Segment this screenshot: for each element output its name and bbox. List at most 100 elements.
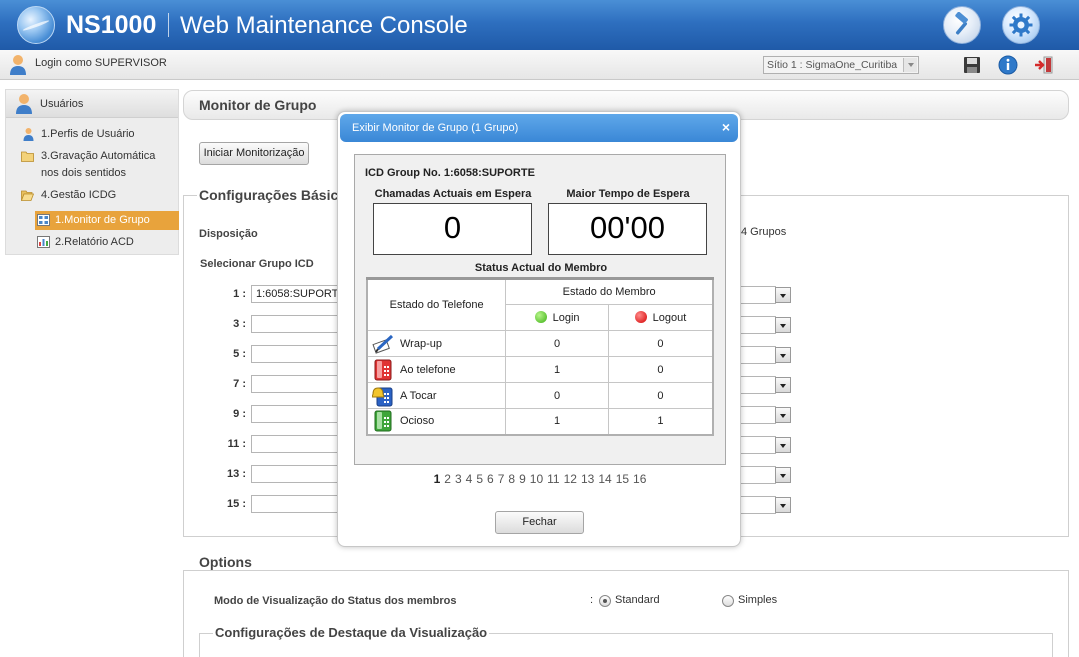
login-header: Login xyxy=(505,304,609,331)
view-mode-label: Modo de Visualização do Status dos membr… xyxy=(214,595,457,607)
login-count: 0 xyxy=(505,382,609,409)
login-header-label: Login xyxy=(552,312,580,324)
page-link[interactable]: 14 xyxy=(598,472,611,486)
sidebar-item-label: nos dois sentidos xyxy=(41,167,126,179)
chevron-down-icon xyxy=(903,58,917,72)
group-select-9-tail[interactable] xyxy=(740,406,776,424)
grid-monitor-icon xyxy=(37,214,50,226)
status-label: Ao telefone xyxy=(400,363,456,376)
group-select-11[interactable] xyxy=(251,435,341,453)
page-link[interactable]: 2 xyxy=(444,472,451,486)
close-button[interactable]: Fechar xyxy=(495,511,584,534)
group-row-number: 3 : xyxy=(233,318,246,330)
page-link[interactable]: 11 xyxy=(547,472,559,486)
standard-radio[interactable] xyxy=(599,595,611,607)
pagination: 1 2 3 4 5 6 7 8 9 10 11 12 13 14 15 16 xyxy=(338,472,742,486)
group-select-5[interactable] xyxy=(251,345,341,363)
logout-count: 0 xyxy=(607,356,714,383)
member-status-title: Status Actual do Membro xyxy=(474,262,608,274)
page-link[interactable]: 12 xyxy=(564,472,577,486)
logout-icon[interactable] xyxy=(1034,55,1054,75)
site-select[interactable]: Sítio 1 : SigmaOne_Curitiba xyxy=(763,56,919,74)
logout-count: 0 xyxy=(607,382,714,409)
chevron-down-icon[interactable] xyxy=(775,437,791,453)
chevron-down-icon[interactable] xyxy=(775,407,791,423)
page-link[interactable]: 7 xyxy=(498,472,505,486)
group-row-number: 9 : xyxy=(233,408,246,420)
page-link[interactable]: 13 xyxy=(581,472,594,486)
group-select-11-tail[interactable] xyxy=(740,436,776,454)
simple-radio[interactable] xyxy=(722,595,734,607)
login-count: 1 xyxy=(505,408,609,435)
sidebar-item-label: 2.Relatório ACD xyxy=(55,236,134,248)
chevron-down-icon[interactable] xyxy=(775,347,791,363)
member-state-header: Estado do Membro xyxy=(505,278,714,305)
status-cell: Ocioso xyxy=(366,408,507,435)
group-row-number: 11 : xyxy=(227,438,246,450)
sidebar-item-group-monitor[interactable]: 1.Monitor de Grupo xyxy=(35,211,179,230)
maintenance-button[interactable] xyxy=(943,6,981,44)
group-select-3[interactable] xyxy=(251,315,341,333)
logout-count: 0 xyxy=(607,330,714,357)
status-cell: Ao telefone xyxy=(366,356,507,383)
sidebar-item-label: 1.Monitor de Grupo xyxy=(55,214,150,226)
page-link[interactable]: 1 xyxy=(434,472,441,486)
page-link[interactable]: 10 xyxy=(530,472,543,486)
group-select-7-tail[interactable] xyxy=(740,376,776,394)
group-select-13[interactable] xyxy=(251,465,341,483)
status-cell: A Tocar xyxy=(366,382,507,409)
group-select-7[interactable] xyxy=(251,375,341,393)
simple-label: Simples xyxy=(738,594,778,606)
status-label: Wrap-up xyxy=(400,337,442,350)
highlight-legend: Configurações de Destaque da Visualizaçã… xyxy=(213,625,490,640)
chevron-down-icon[interactable] xyxy=(775,287,791,303)
group-select-5-tail[interactable] xyxy=(740,346,776,364)
group-select-15[interactable] xyxy=(251,495,341,513)
page-link[interactable]: 8 xyxy=(508,472,515,486)
chevron-down-icon[interactable] xyxy=(775,467,791,483)
status-label: A Tocar xyxy=(400,389,437,402)
site-select-value: Sítio 1 : SigmaOne_Curitiba xyxy=(767,59,898,71)
group-select-15-tail[interactable] xyxy=(740,496,776,514)
page-link[interactable]: 3 xyxy=(455,472,462,486)
info-icon[interactable] xyxy=(998,55,1018,75)
phone-status-header: Estado do Telefone xyxy=(366,278,507,331)
sidebar: Usuários 1.Perfis de Usuário 3.Gravação … xyxy=(5,89,179,255)
chevron-down-icon[interactable] xyxy=(775,497,791,513)
page-link[interactable]: 15 xyxy=(616,472,629,486)
table-row: Wrap-up 0 0 xyxy=(366,330,714,357)
save-icon[interactable] xyxy=(962,55,982,75)
open-folder-icon xyxy=(21,190,34,201)
user-icon xyxy=(10,55,26,75)
page-link[interactable]: 5 xyxy=(476,472,483,486)
group-select-1[interactable]: 1:6058:SUPORTE xyxy=(251,285,346,303)
page-title: Monitor de Grupo xyxy=(199,97,317,113)
page-link[interactable]: 16 xyxy=(633,472,646,486)
login-count: 0 xyxy=(505,330,609,357)
page-link[interactable]: 6 xyxy=(487,472,494,486)
page-link[interactable]: 4 xyxy=(466,472,473,486)
icd-group-label: ICD Group No. 1:6058:SUPORTE xyxy=(365,167,535,179)
sidebar-heading[interactable]: Usuários xyxy=(6,90,178,118)
start-monitoring-button[interactable]: Iniciar Monitorização xyxy=(199,142,309,165)
login-status: Login como SUPERVISOR xyxy=(35,57,167,69)
table-row: Ao telefone 1 0 xyxy=(366,356,714,383)
close-icon[interactable]: × xyxy=(722,119,730,135)
basic-config-legend: Configurações Básica xyxy=(197,187,349,203)
max-wait-label: Maior Tempo de Espera xyxy=(566,188,690,200)
group-monitor-dialog: Exibir Monitor de Grupo (1 Grupo) × ICD … xyxy=(337,111,741,547)
table-row: Ocioso 1 1 xyxy=(366,408,714,435)
chevron-down-icon[interactable] xyxy=(775,317,791,333)
chevron-down-icon[interactable] xyxy=(775,377,791,393)
group-select-1-tail[interactable] xyxy=(740,286,776,304)
group-row-number: 5 : xyxy=(233,348,246,360)
settings-button[interactable] xyxy=(1002,6,1040,44)
page-link[interactable]: 9 xyxy=(519,472,526,486)
group-select-9[interactable] xyxy=(251,405,341,423)
max-wait-value: 00'00 xyxy=(548,203,707,255)
group-select-3-tail[interactable] xyxy=(740,316,776,334)
group-select-13-tail[interactable] xyxy=(740,466,776,484)
group-row-number: 13 : xyxy=(227,468,246,480)
green-dot-icon xyxy=(534,311,547,323)
phone-idle-icon xyxy=(374,410,392,432)
